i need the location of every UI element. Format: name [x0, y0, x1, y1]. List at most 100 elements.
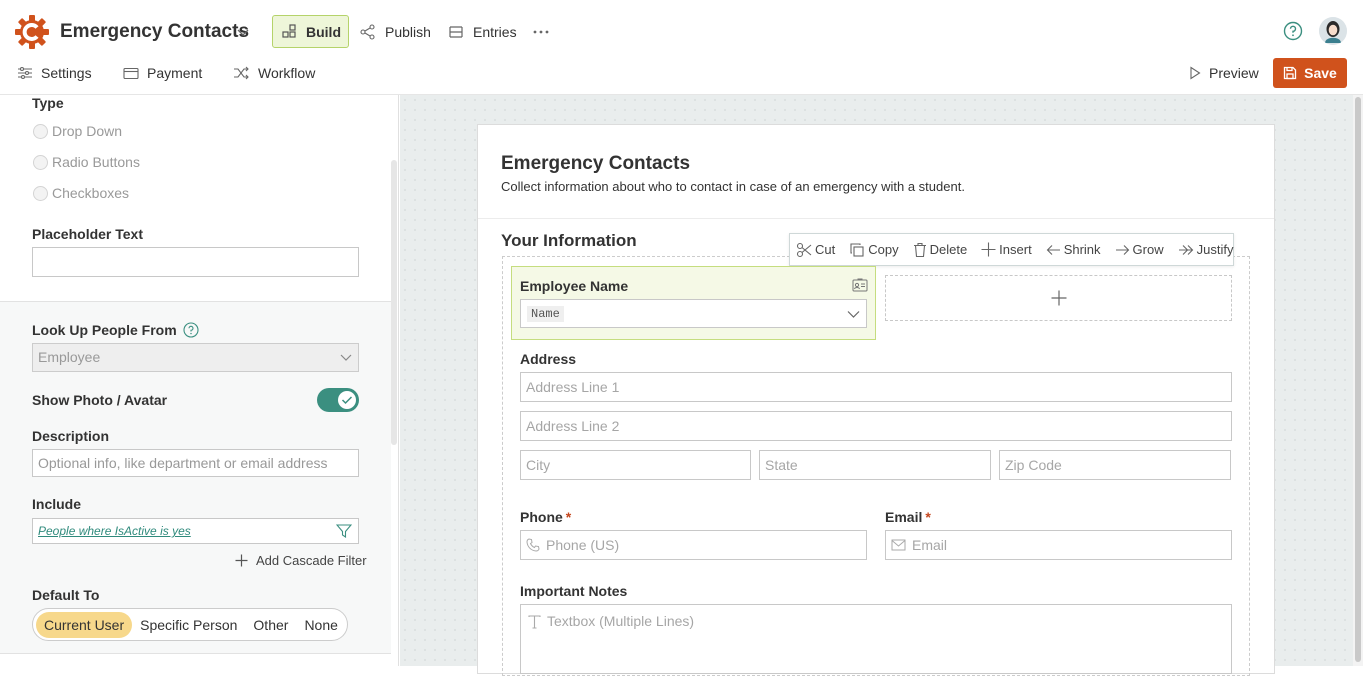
default-option-current-user[interactable]: Current User: [36, 611, 133, 638]
phone-label: Phone: [520, 509, 563, 525]
name-token: Name: [527, 306, 564, 322]
placeholder-text-input[interactable]: [32, 247, 359, 277]
field-settings-panel: Type Drop Down Radio Buttons Checkboxes …: [0, 95, 399, 666]
delete-button[interactable]: Delete: [913, 242, 968, 258]
chevron-down-icon: [340, 352, 352, 362]
placeholder-text-label: Placeholder Text: [32, 226, 144, 242]
help-icon[interactable]: [183, 322, 199, 338]
radio-drop-down[interactable]: Drop Down: [33, 123, 122, 139]
type-section: Type Drop Down Radio Buttons Checkboxes …: [0, 95, 391, 302]
grow-label: Grow: [1132, 242, 1164, 257]
play-icon: [1189, 66, 1201, 80]
scissors-icon: [796, 242, 812, 258]
lookup-select[interactable]: Employee: [32, 343, 359, 372]
address-line-1-input[interactable]: Address Line 1: [520, 372, 1232, 402]
phone-icon: [526, 538, 540, 552]
entries-tab[interactable]: Entries: [448, 24, 517, 40]
plus-icon: [1051, 290, 1067, 306]
description-label: Description: [32, 428, 110, 444]
phone-input[interactable]: Phone (US): [520, 530, 867, 560]
radio-radio-buttons[interactable]: Radio Buttons: [33, 154, 140, 170]
delete-label: Delete: [929, 242, 968, 257]
show-photo-toggle[interactable]: [317, 388, 359, 412]
filter-icon[interactable]: [336, 524, 352, 538]
text-icon: [528, 613, 541, 629]
canvas-scrollbar[interactable]: [1353, 95, 1363, 666]
email-label: Email: [885, 509, 923, 525]
default-option-other[interactable]: Other: [245, 612, 296, 638]
copy-label: Copy: [868, 242, 899, 257]
insert-button[interactable]: Insert: [981, 242, 1032, 257]
radio-label: Drop Down: [52, 123, 123, 139]
default-option-none[interactable]: None: [296, 612, 345, 638]
employee-name-label: Employee Name: [520, 278, 629, 294]
radio-icon: [33, 123, 48, 139]
shuffle-icon: [233, 66, 250, 80]
email-input[interactable]: Email: [885, 530, 1232, 560]
employee-name-field[interactable]: Employee Name Name: [511, 266, 876, 340]
copy-icon: [849, 242, 865, 258]
cut-button[interactable]: Cut: [796, 242, 835, 258]
payment-tab[interactable]: Payment: [123, 65, 202, 81]
insert-label: Insert: [999, 242, 1032, 257]
type-label: Type: [32, 95, 64, 111]
save-button[interactable]: Save: [1273, 58, 1347, 88]
plus-icon: [981, 242, 996, 257]
important-notes-placeholder: Textbox (Multiple Lines): [547, 613, 695, 629]
include-filter-field[interactable]: People where IsActive is yes: [32, 518, 359, 544]
state-placeholder: State: [765, 457, 798, 473]
include-filter-link[interactable]: People where IsActive is yes: [38, 524, 191, 538]
workflow-label: Workflow: [258, 65, 316, 81]
section-title[interactable]: Your Information: [501, 231, 637, 251]
contact-card-icon: [852, 278, 868, 292]
settings-tab[interactable]: Settings: [17, 65, 92, 81]
help-icon[interactable]: [1283, 21, 1303, 41]
radio-checkboxes[interactable]: Checkboxes: [33, 185, 129, 201]
form-title[interactable]: Emergency Contacts: [501, 153, 690, 175]
email-label-row: Email *: [885, 509, 931, 525]
state-input[interactable]: State: [759, 450, 991, 480]
important-notes-textarea[interactable]: Textbox (Multiple Lines): [520, 604, 1232, 674]
radio-label: Checkboxes: [52, 185, 130, 201]
share-icon: [360, 24, 376, 40]
shrink-button[interactable]: Shrink: [1046, 242, 1101, 257]
double-arrow-right-icon: [1178, 244, 1194, 256]
lookup-label: Look Up People From: [32, 322, 177, 338]
scrollbar-thumb[interactable]: [1355, 97, 1361, 662]
phone-label-row: Phone *: [520, 509, 571, 525]
default-option-specific-person[interactable]: Specific Person: [132, 612, 245, 638]
lookup-value: Employee: [38, 349, 101, 365]
address-line-1-placeholder: Address Line 1: [526, 379, 620, 395]
user-avatar[interactable]: [1319, 17, 1347, 45]
city-placeholder: City: [526, 457, 551, 473]
more-options-icon[interactable]: [532, 29, 550, 35]
form-description[interactable]: Collect information about who to contact…: [501, 179, 965, 194]
build-tab[interactable]: Build: [272, 15, 349, 48]
add-cascade-filter-button[interactable]: Add Cascade Filter: [235, 553, 367, 568]
settings-label: Settings: [41, 65, 92, 81]
preview-button[interactable]: Preview: [1189, 65, 1259, 81]
radio-icon: [33, 154, 48, 170]
grow-button[interactable]: Grow: [1115, 242, 1164, 257]
arrow-left-icon: [1046, 244, 1061, 256]
app-title[interactable]: Emergency Contacts: [60, 21, 249, 43]
workflow-tab[interactable]: Workflow: [233, 65, 315, 81]
chevron-down-icon[interactable]: [236, 25, 250, 39]
left-panel-scrollbar[interactable]: [391, 160, 397, 445]
address-line-2-input[interactable]: Address Line 2: [520, 411, 1232, 441]
entries-label: Entries: [473, 24, 517, 40]
chevron-down-icon: [847, 309, 860, 319]
preview-label: Preview: [1209, 65, 1259, 81]
city-input[interactable]: City: [520, 450, 751, 480]
description-input[interactable]: Optional info, like department or email …: [32, 449, 359, 477]
justify-button[interactable]: Justify: [1178, 242, 1233, 257]
include-label: Include: [32, 496, 82, 512]
publish-tab[interactable]: Publish: [360, 24, 431, 40]
build-icon: [282, 24, 297, 39]
payment-label: Payment: [147, 65, 203, 81]
copy-button[interactable]: Copy: [849, 242, 899, 258]
zip-code-input[interactable]: Zip Code: [999, 450, 1231, 480]
zip-code-placeholder: Zip Code: [1005, 457, 1062, 473]
add-field-slot[interactable]: [885, 275, 1232, 321]
employee-name-select[interactable]: Name: [520, 299, 867, 328]
